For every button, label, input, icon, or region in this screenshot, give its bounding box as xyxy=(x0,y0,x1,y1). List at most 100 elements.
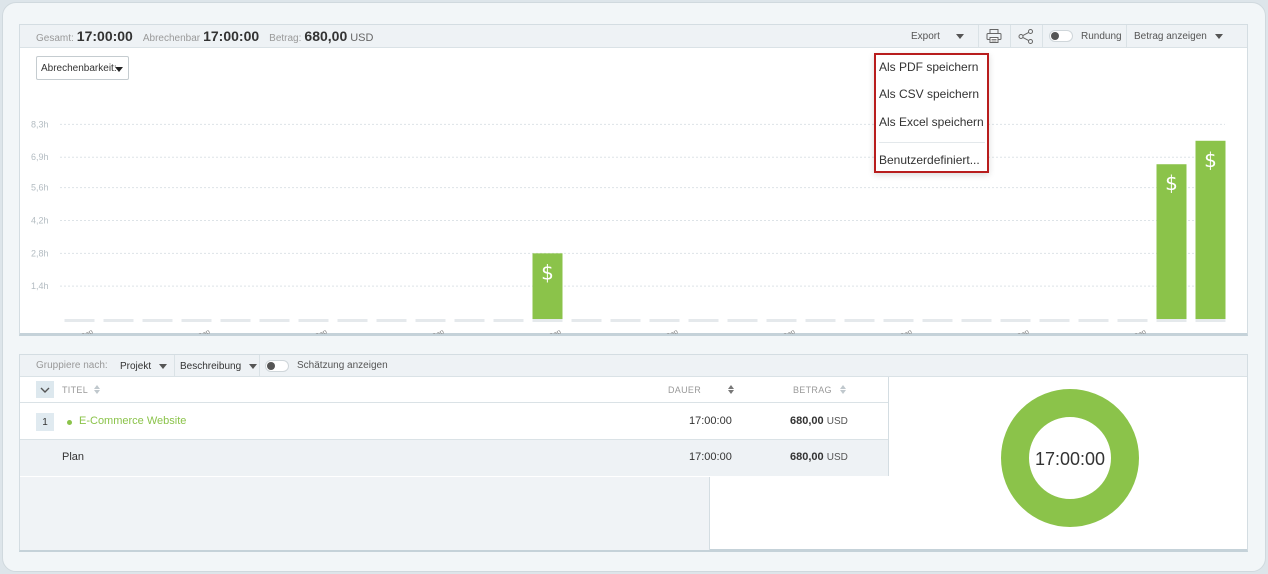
day-baseline xyxy=(220,319,251,322)
group-description-dropdown[interactable]: Beschreibung xyxy=(180,355,258,377)
menu-divider xyxy=(879,142,985,143)
daily-hours-chart: 1,4h 2,8h 4,2h 5,6h 6,9h 8,3h $ $ $ Mo., 1. Sep… xyxy=(31,119,1226,334)
x-tick-label: Mo., 1. Sep xyxy=(60,329,95,334)
project-name[interactable]: E-Commerce Website xyxy=(79,415,186,427)
printer-icon xyxy=(986,29,1002,43)
day-baseline xyxy=(1039,319,1070,322)
billable-dollar-icon: $ xyxy=(541,260,554,284)
x-tick-label: Di., 16. Sep xyxy=(644,329,680,334)
sort-icon xyxy=(839,385,847,394)
day-baseline xyxy=(64,319,95,322)
total-row-duration: 17:00:00 xyxy=(689,451,732,463)
x-tick-label: So., 28. Sep xyxy=(1110,329,1147,334)
billable-dollar-icon: $ xyxy=(1165,171,1178,195)
toolbar-divider xyxy=(1126,25,1127,47)
x-tick-label: Fr., 13. Sep xyxy=(527,329,562,334)
total-row-amount-value: 680,00 xyxy=(790,451,824,463)
project-table: TITEL DAUER BETRAG 1 E-Commerce Website … xyxy=(20,377,889,476)
amount-currency: USD xyxy=(350,32,374,44)
chart-baseline xyxy=(64,319,1226,322)
billable-label: Abrechenbar xyxy=(142,33,201,44)
x-tick-label: Do., 4. Sep xyxy=(177,329,211,334)
total-row-amount-currency: USD xyxy=(826,452,848,463)
day-baseline xyxy=(805,319,836,322)
col-title-label: TITEL xyxy=(62,385,89,395)
estimate-toggle[interactable] xyxy=(265,360,289,372)
day-baseline xyxy=(181,319,212,322)
summary-toolbar: Gesamt: 17:00:00 Abrechenbar 17:00:00 Betrag… xyxy=(20,25,1247,48)
group-project-dropdown[interactable]: Projekt xyxy=(120,355,168,377)
amount-value: 680,00 xyxy=(304,28,348,44)
panel-divider xyxy=(709,477,710,550)
export-button[interactable]: Export xyxy=(911,25,964,47)
chart-x-axis: Mo., 1. Sep Do., 4. Sep So., 7. Sep Mi., 10… xyxy=(60,329,1148,334)
print-button[interactable] xyxy=(984,25,1004,47)
estimate-label: Schätzung anzeigen xyxy=(297,360,388,371)
x-tick-label: Mi., 10. Sep xyxy=(409,329,445,334)
expand-all-button[interactable] xyxy=(36,381,54,398)
toggle-knob xyxy=(1051,32,1059,40)
toolbar-divider xyxy=(978,25,979,47)
day-baseline xyxy=(688,319,719,322)
y-tick-label: 6,9h xyxy=(31,152,49,162)
day-baseline xyxy=(493,319,524,322)
col-duration-header[interactable]: DAUER xyxy=(668,385,735,395)
billable-dollar-icon: $ xyxy=(1204,148,1217,172)
col-amount-header[interactable]: BETRAG xyxy=(793,385,847,395)
day-baseline xyxy=(571,319,602,322)
grouping-bar: Gruppiere nach: Projekt Beschreibung Sch… xyxy=(20,355,1247,377)
day-baseline xyxy=(727,319,758,322)
chevron-down-icon xyxy=(40,387,50,393)
day-baseline xyxy=(142,319,173,322)
day-baseline xyxy=(922,319,953,322)
day-baseline xyxy=(1156,319,1187,322)
day-baseline xyxy=(259,319,290,322)
row-number: 1 xyxy=(36,413,54,431)
donut-center-value: 17:00:00 xyxy=(1034,449,1106,469)
col-duration-label: DAUER xyxy=(668,385,702,395)
day-baseline xyxy=(532,319,563,322)
show-amount-label: Betrag anzeigen xyxy=(1134,30,1207,42)
day-baseline xyxy=(883,319,914,322)
export-custom-item[interactable]: Benutzerdefiniert... xyxy=(879,153,980,167)
toggle-knob xyxy=(267,362,275,370)
day-baseline xyxy=(1195,319,1226,322)
day-baseline xyxy=(766,319,797,322)
day-baseline xyxy=(376,319,407,322)
chevron-down-icon xyxy=(249,363,258,369)
chart-grid xyxy=(60,123,1225,287)
export-excel-item[interactable]: Als Excel speichern xyxy=(879,115,984,129)
project-color-dot xyxy=(67,420,72,425)
row-duration: 17:00:00 xyxy=(689,415,732,427)
day-baseline xyxy=(961,319,992,322)
toolbar-divider xyxy=(259,355,260,377)
show-amount-dropdown[interactable]: Betrag anzeigen xyxy=(1134,25,1223,47)
table-row[interactable]: 1 E-Commerce Website 17:00:00 680,00 USD xyxy=(20,403,888,440)
y-tick-label: 1,4h xyxy=(31,281,49,291)
chevron-down-icon xyxy=(1214,33,1223,39)
rounding-toggle[interactable] xyxy=(1049,30,1073,42)
x-tick-label: Do., 25. Sep xyxy=(993,329,1031,334)
share-button[interactable] xyxy=(1016,25,1036,47)
day-baseline xyxy=(298,319,329,322)
group-by-label: Gruppiere nach: xyxy=(36,360,108,371)
toolbar-divider xyxy=(1042,25,1043,47)
day-baseline xyxy=(454,319,485,322)
export-csv-item[interactable]: Als CSV speichern xyxy=(879,87,979,101)
day-baseline xyxy=(337,319,368,322)
y-tick-label: 2,8h xyxy=(31,248,49,258)
table-total-row: Plan 17:00:00 680,00 USD xyxy=(20,440,888,476)
export-dropdown-menu: Als PDF speichern Als CSV speichern Als … xyxy=(874,53,989,173)
col-title-header[interactable]: TITEL xyxy=(62,385,101,395)
chevron-down-icon xyxy=(159,363,168,369)
total-value: 17:00:00 xyxy=(76,28,133,44)
day-baseline xyxy=(103,319,134,322)
chart-y-axis: 1,4h 2,8h 4,2h 5,6h 6,9h 8,3h xyxy=(31,119,49,291)
export-pdf-item[interactable]: Als PDF speichern xyxy=(879,60,978,74)
table-header: TITEL DAUER BETRAG xyxy=(20,377,888,403)
toolbar-divider xyxy=(1010,25,1011,47)
toolbar-divider xyxy=(174,355,175,377)
row-amount-currency: USD xyxy=(826,416,848,427)
day-baseline xyxy=(415,319,446,322)
group-project-label: Projekt xyxy=(120,360,152,372)
